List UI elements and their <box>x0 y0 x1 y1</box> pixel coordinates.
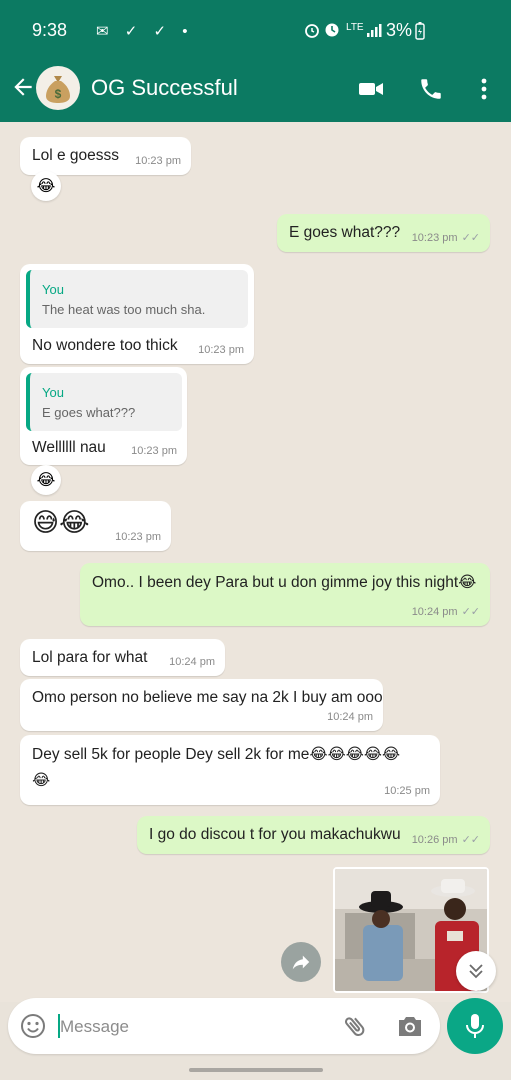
svg-text:$: $ <box>55 87 62 101</box>
video-call-icon[interactable] <box>358 76 384 102</box>
message-text-line2: 😂 <box>32 772 51 789</box>
microphone-icon <box>466 1014 484 1038</box>
signal-icon <box>367 24 382 37</box>
message-text: 😅😂 <box>32 507 90 537</box>
message-meta: 10:26 pm ✓✓ <box>412 833 480 846</box>
message-text: Lol para for what <box>32 649 148 666</box>
forward-icon <box>292 955 310 970</box>
quoted-message[interactable]: You E goes what??? <box>26 373 182 431</box>
message-bubble[interactable]: Omo.. I been dey Para but u don gimme jo… <box>80 563 490 626</box>
message-bubble[interactable]: You E goes what??? Wellllll nau 10:23 pm <box>20 367 187 465</box>
emoji-icon[interactable] <box>20 1013 46 1039</box>
message-time: 10:23 pm <box>198 344 244 356</box>
forward-button[interactable] <box>281 942 321 982</box>
voice-call-icon[interactable] <box>418 76 444 102</box>
message-time: 10:24 pm <box>327 711 373 723</box>
chat-header: $ OG Successful <box>0 58 511 122</box>
message-time: 10:23 pm <box>131 445 177 457</box>
back-arrow-icon[interactable] <box>10 74 36 100</box>
message-time: 10:26 pm <box>411 834 458 846</box>
voice-message-button[interactable] <box>447 998 503 1054</box>
notification-icons: ✉ ✓ ✓ • <box>96 23 194 40</box>
message-text: Omo.. I been dey Para but u don gimme jo… <box>92 574 477 591</box>
alarm-icon <box>305 24 319 38</box>
contact-name[interactable]: OG Successful <box>91 75 238 101</box>
message-bubble[interactable]: 😅😂 10:23 pm <box>20 501 171 551</box>
read-ticks-icon: ✓✓ <box>461 834 480 846</box>
quote-author: You <box>42 385 64 400</box>
message-text: No wondere too thick <box>32 337 178 354</box>
message-time: 10:23 pm <box>135 155 181 167</box>
message-meta: 10:24 pm ✓✓ <box>412 605 480 618</box>
message-list[interactable]: Lol e goesss 10:23 pm 😂 E goes what??? 1… <box>0 122 511 1002</box>
message-input[interactable] <box>60 1013 320 1041</box>
network-type: LTE <box>346 22 364 33</box>
message-time: 10:23 pm <box>115 531 161 543</box>
status-bar: 9:38 ✉ ✓ ✓ • LTE 3% <box>0 0 511 58</box>
message-time: 10:25 pm <box>384 785 430 797</box>
message-time: 10:23 pm <box>411 232 458 244</box>
quote-text: The heat was too much sha. <box>42 302 206 317</box>
message-bubble[interactable]: Omo person no believe me say na 2k I buy… <box>20 679 383 731</box>
message-reaction[interactable]: 😂 <box>31 171 61 201</box>
message-text: E goes what??? <box>289 224 401 241</box>
quote-author: You <box>42 282 64 297</box>
system-nav-bar <box>0 1060 511 1080</box>
message-bubble[interactable]: You The heat was too much sha. No wonder… <box>20 264 254 364</box>
message-time: 10:24 pm <box>169 656 215 668</box>
message-reaction[interactable]: 😂 <box>31 465 61 495</box>
message-text: Omo person no believe me say na 2k I buy… <box>32 689 383 706</box>
camera-icon[interactable] <box>396 1013 424 1039</box>
double-chevron-down-icon <box>469 964 483 979</box>
message-composer <box>8 998 440 1054</box>
home-gesture-bar[interactable] <box>189 1068 323 1072</box>
clock-icon <box>325 23 339 37</box>
more-options-icon[interactable] <box>471 76 497 102</box>
message-bubble[interactable]: Dey sell 5k for people Dey sell 2k for m… <box>20 735 440 805</box>
read-ticks-icon: ✓✓ <box>461 606 480 618</box>
battery-icon <box>415 22 425 40</box>
read-ticks-icon: ✓✓ <box>461 232 480 244</box>
money-bag-icon: $ <box>46 76 70 103</box>
message-time: 10:24 pm <box>411 606 458 618</box>
attach-icon[interactable] <box>342 1012 368 1040</box>
avatar[interactable]: $ <box>36 66 80 110</box>
message-bubble[interactable]: Lol para for what 10:24 pm <box>20 639 225 676</box>
message-text: Lol e goesss <box>32 147 120 164</box>
message-bubble[interactable]: E goes what??? 10:23 pm ✓✓ <box>277 214 490 252</box>
scroll-to-bottom-button[interactable] <box>456 951 496 991</box>
message-bubble[interactable]: Lol e goesss 10:23 pm <box>20 137 191 175</box>
message-bubble[interactable]: I go do discou t for you makachukwu 10:2… <box>137 816 490 854</box>
battery-percent: 3% <box>386 20 413 40</box>
quoted-message[interactable]: You The heat was too much sha. <box>26 270 248 328</box>
message-meta: 10:23 pm ✓✓ <box>412 231 480 244</box>
status-time: 9:38 <box>32 20 68 40</box>
message-text: Dey sell 5k for people Dey sell 2k for m… <box>32 746 400 763</box>
message-text: I go do discou t for you makachukwu <box>149 826 401 843</box>
quote-text: E goes what??? <box>42 405 136 420</box>
message-text: Wellllll nau <box>32 439 106 456</box>
